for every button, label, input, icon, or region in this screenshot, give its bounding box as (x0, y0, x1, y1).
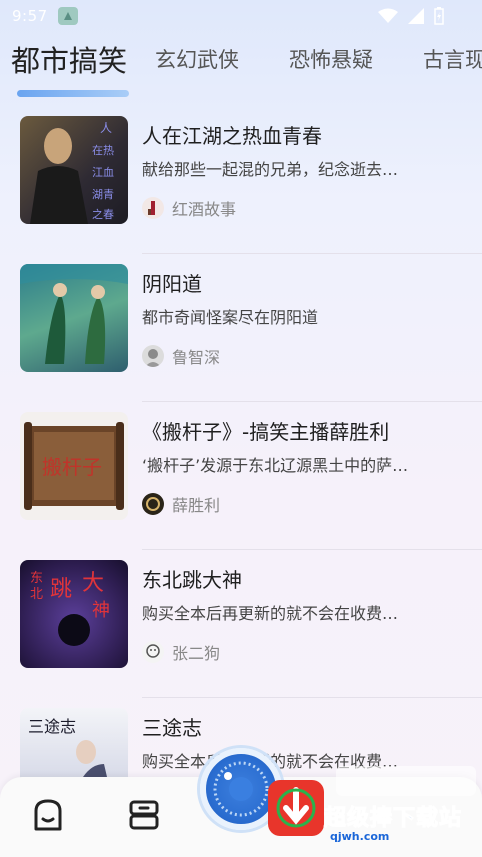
book-title: 三途志 (142, 716, 202, 740)
svg-text:湖青: 湖青 (92, 188, 114, 201)
author-row: 张二狗 (142, 640, 220, 664)
battery-icon (434, 7, 444, 25)
author-row: 红酒故事 (142, 196, 236, 220)
svg-text:跳: 跳 (50, 577, 72, 602)
category-tabs: 都市搞笑 玄幻武侠 恐怖悬疑 古言现 (0, 36, 482, 96)
author-name: 薛胜利 (172, 496, 221, 515)
book-cover: 东 北 跳 大 神 (20, 560, 128, 668)
author-avatar (142, 345, 164, 367)
svg-text:神: 神 (92, 600, 110, 621)
author-name: 张二狗 (172, 644, 221, 663)
cover-title-text: 三途志 (28, 717, 76, 736)
wifi-icon (378, 8, 398, 23)
book-cover: 搬杆子 (20, 412, 128, 520)
notification-app-icon (57, 7, 78, 25)
book-cover: 人 在热 江血 湖青 之春 (20, 116, 128, 224)
book-description: ‘搬杆子’发源于东北辽源黑土中的萨… (142, 456, 409, 475)
svg-text:人: 人 (100, 121, 112, 135)
home-icon[interactable] (30, 797, 66, 833)
book-description: 都市奇闻怪案尽在阴阳道 (142, 308, 319, 327)
list-item[interactable]: 阴阳道 都市奇闻怪案尽在阴阳道 鲁智深 (0, 254, 482, 402)
watermark-text: 超级捧下载站 (323, 806, 463, 832)
signal-icon (408, 8, 424, 24)
svg-text:之春: 之春 (92, 207, 114, 221)
status-time: 9:57 (12, 7, 48, 25)
book-cover (20, 264, 128, 372)
list-item[interactable]: 搬杆子 《搬杆子》-搞笑主播薛胜利 ‘搬杆子’发源于东北辽源黑土中的萨… 薛胜利 (0, 402, 482, 550)
book-title: 《搬杆子》-搞笑主播薛胜利 (142, 420, 390, 444)
svg-text:北: 北 (30, 587, 43, 602)
author-name: 红酒故事 (172, 200, 237, 219)
watermark-logo: 超级捧下载站 qjwh.com (266, 762, 482, 857)
tab-indicator (17, 90, 129, 97)
author-avatar (142, 493, 164, 515)
tab-ancient-romance[interactable]: 古言现 (423, 44, 482, 74)
tab-urban-comedy[interactable]: 都市搞笑 (11, 38, 127, 80)
svg-text:在热: 在热 (92, 144, 114, 157)
tab-fantasy-martial[interactable]: 玄幻武侠 (155, 44, 239, 74)
watermark-url: qjwh.com (330, 830, 390, 843)
author-row: 薛胜利 (142, 492, 220, 516)
svg-text:东: 东 (30, 571, 43, 586)
author-avatar (142, 641, 164, 663)
author-name: 鲁智深 (172, 348, 221, 367)
book-title: 人在江湖之热血青春 (142, 124, 322, 148)
svg-text:江血: 江血 (92, 165, 114, 179)
cover-title-text: 搬杆子 (42, 455, 102, 479)
book-title: 阴阳道 (142, 272, 202, 296)
book-description: 献给那些一起混的兄弟，纪念逝去… (142, 160, 399, 179)
author-row: 鲁智深 (142, 344, 220, 368)
book-title: 东北跳大神 (142, 568, 242, 592)
status-bar: 9:57 (0, 0, 482, 32)
svg-text:大: 大 (82, 571, 104, 596)
author-avatar (142, 197, 164, 219)
list-item[interactable]: 人 在热 江血 湖青 之春 人在江湖之热血青春 献给那些一起混的兄弟，纪念逝去…… (0, 106, 482, 254)
tab-horror-suspense[interactable]: 恐怖悬疑 (289, 44, 373, 74)
bookshelf-icon[interactable] (126, 797, 162, 833)
book-description: 购买全本后再更新的就不会在收费… (142, 604, 399, 623)
list-item[interactable]: 东 北 跳 大 神 东北跳大神 购买全本后再更新的就不会在收费… 张二狗 (0, 550, 482, 698)
